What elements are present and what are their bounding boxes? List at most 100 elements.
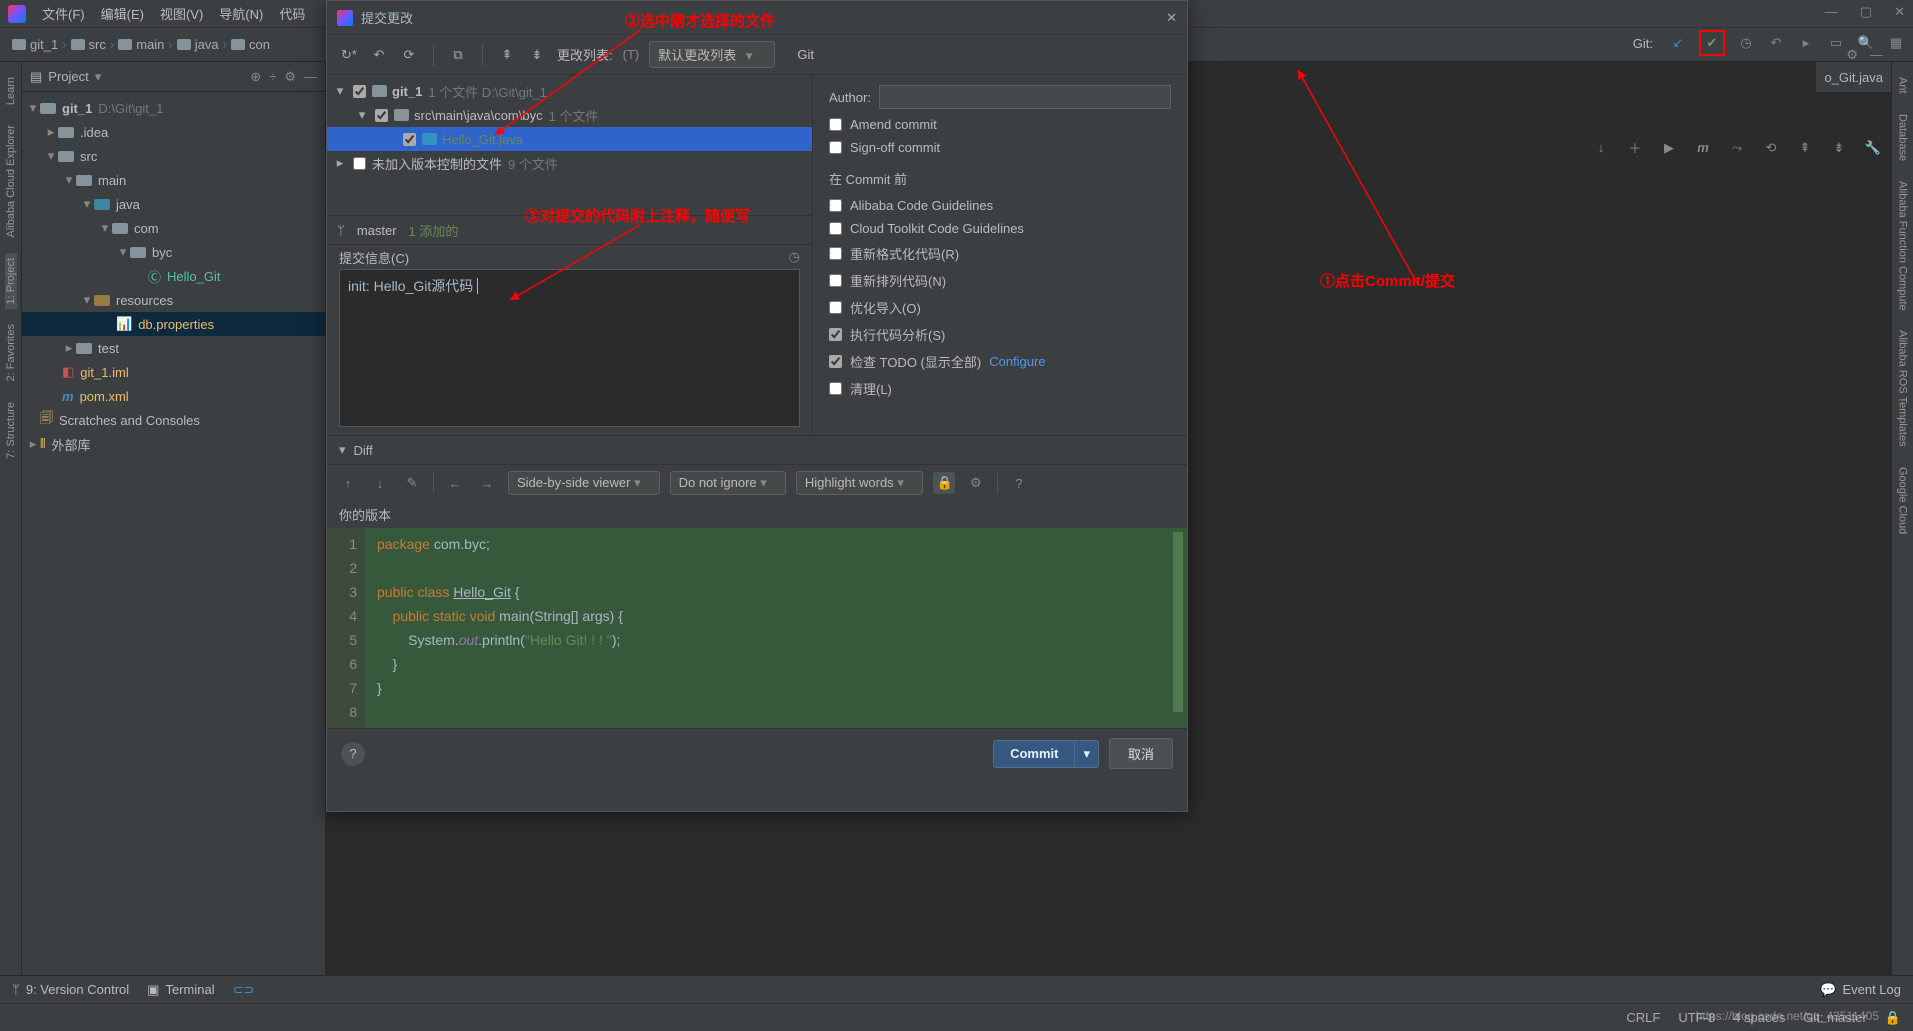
- chk-analysis[interactable]: [829, 328, 842, 341]
- diff-settings-icon[interactable]: ⚙: [965, 475, 987, 491]
- signoff-checkbox[interactable]: [829, 141, 842, 154]
- rail-project[interactable]: 1: Project: [5, 253, 17, 309]
- add-icon[interactable]: ＋: [1625, 138, 1645, 157]
- menu-view[interactable]: 视图(V): [152, 4, 211, 23]
- unversioned-row[interactable]: ▸未加入版本控制的文件9 个文件: [327, 151, 812, 175]
- diff-expand-icon[interactable]: ▾: [339, 442, 346, 458]
- pin-icon[interactable]: ↓: [1591, 140, 1611, 155]
- maven-icon[interactable]: m: [1693, 140, 1713, 155]
- rail-favorites[interactable]: 2: Favorites: [5, 319, 17, 386]
- rail-alibaba-ros[interactable]: Alibaba ROS Templates: [1897, 325, 1909, 452]
- changes-tree[interactable]: ▾git_11 个文件 D:\Git\git_1 ▾src\main\java\…: [327, 75, 812, 179]
- tree-idea[interactable]: ▸.idea: [22, 120, 325, 144]
- tree-src[interactable]: ▾src: [22, 144, 325, 168]
- dialog-close-icon[interactable]: ✕: [1166, 10, 1177, 26]
- diff-viewer[interactable]: 12345678 package com.byc; public class H…: [327, 528, 1187, 728]
- changes-root[interactable]: ▾git_11 个文件 D:\Git\git_1: [327, 79, 812, 103]
- expand-icon[interactable]: ⇞: [1795, 140, 1815, 156]
- history-icon[interactable]: ◷: [1737, 34, 1755, 52]
- settings-icon[interactable]: ⚙: [284, 69, 296, 85]
- hide-icon[interactable]: —: [1870, 47, 1883, 63]
- menu-edit[interactable]: 编辑(E): [93, 4, 152, 23]
- menu-navigate[interactable]: 导航(N): [211, 4, 271, 23]
- breadcrumb[interactable]: src: [67, 37, 110, 52]
- cancel-button[interactable]: 取消: [1109, 738, 1173, 769]
- breadcrumb[interactable]: git_1: [8, 37, 62, 52]
- chk-optimize[interactable]: [829, 301, 842, 314]
- tree-byc[interactable]: ▾byc: [22, 240, 325, 264]
- tree-dbprops[interactable]: 📊db.properties: [22, 312, 325, 336]
- hide-panel-icon[interactable]: —: [304, 69, 317, 85]
- ignore-dropdown[interactable]: Do not ignore ▾: [670, 471, 786, 495]
- commit-button[interactable]: ✔: [1699, 30, 1725, 56]
- tree-iml[interactable]: ◧git_1.iml: [22, 360, 325, 384]
- event-log-button[interactable]: 💬Event Log: [1820, 982, 1901, 998]
- deps-icon[interactable]: ⤳: [1727, 140, 1747, 156]
- tree-root[interactable]: ▾git_1D:\Git\git_1: [22, 96, 325, 120]
- chk-todo[interactable]: [829, 355, 842, 368]
- collapse-all-icon[interactable]: ⇟: [527, 47, 547, 63]
- expand-all-icon[interactable]: ⇞: [497, 47, 517, 63]
- highlight-dropdown[interactable]: Highlight words ▾: [796, 471, 923, 495]
- collapse-icon[interactable]: ⇟: [1829, 140, 1849, 156]
- prev-diff-icon[interactable]: ↑: [337, 476, 359, 491]
- revert-icon[interactable]: ↶: [1767, 34, 1785, 52]
- run-icon[interactable]: ▶: [1659, 140, 1679, 156]
- commit-button[interactable]: Commit: [993, 740, 1075, 768]
- rail-structure[interactable]: 7: Structure: [5, 397, 17, 464]
- chk-alibaba[interactable]: [829, 199, 842, 212]
- breadcrumb[interactable]: main: [114, 37, 168, 52]
- file-checkbox[interactable]: [403, 133, 416, 146]
- collapse-icon[interactable]: ÷: [269, 69, 276, 85]
- unversioned-checkbox[interactable]: [353, 157, 366, 170]
- wrench-icon[interactable]: 🔧: [1863, 140, 1883, 156]
- viewer-dropdown[interactable]: Side-by-side viewer ▾: [508, 471, 660, 495]
- tree-hello[interactable]: ⒸHello_Git: [22, 264, 325, 288]
- rail-ant[interactable]: Ant: [1897, 72, 1909, 99]
- tree-resources[interactable]: ▾resources: [22, 288, 325, 312]
- chk-cloud[interactable]: [829, 222, 842, 235]
- chk-cleanup[interactable]: [829, 382, 842, 395]
- rail-database[interactable]: Database: [1897, 109, 1909, 166]
- pkg-checkbox[interactable]: [375, 109, 388, 122]
- nav-back-icon[interactable]: ←: [444, 476, 466, 491]
- redo-icon[interactable]: ⟳: [399, 47, 419, 63]
- editor-tab[interactable]: o_Git.java: [1824, 70, 1883, 85]
- chk-rearrange[interactable]: [829, 274, 842, 287]
- history-icon[interactable]: ◷: [789, 249, 800, 265]
- diff-help-icon[interactable]: ?: [1008, 476, 1030, 491]
- project-tree[interactable]: ▾git_1D:\Git\git_1 ▸.idea ▾src ▾main ▾ja…: [22, 92, 325, 1003]
- terminal-button[interactable]: ▣Terminal: [147, 982, 214, 998]
- rail-google-cloud[interactable]: Google Cloud: [1897, 462, 1909, 539]
- changes-file-hello[interactable]: Hello_Git.java: [327, 127, 812, 151]
- tree-main[interactable]: ▾main: [22, 168, 325, 192]
- version-control-button[interactable]: ᛘ9: Version Control: [12, 982, 129, 997]
- close-icon[interactable]: ✕: [1894, 4, 1905, 20]
- tree-java[interactable]: ▾java: [22, 192, 325, 216]
- configure-link[interactable]: Configure: [989, 354, 1045, 369]
- next-diff-icon[interactable]: ↓: [369, 476, 391, 491]
- breadcrumb[interactable]: java: [173, 37, 223, 52]
- rail-alibaba-explorer[interactable]: Alibaba Cloud Explorer: [5, 120, 17, 243]
- undo-icon[interactable]: ↶: [369, 47, 389, 63]
- lock-status-icon[interactable]: 🔒: [1885, 1010, 1901, 1026]
- tree-test[interactable]: ▸test: [22, 336, 325, 360]
- root-checkbox[interactable]: [353, 85, 366, 98]
- amend-checkbox[interactable]: [829, 118, 842, 131]
- commit-message-input[interactable]: init: Hello_Git源代码: [339, 269, 800, 427]
- lock-icon[interactable]: 🔒: [933, 472, 955, 494]
- edit-icon[interactable]: ✎: [401, 475, 423, 491]
- tree-scratches[interactable]: 🗐Scratches and Consoles: [22, 408, 325, 432]
- rail-alibaba-fc[interactable]: Alibaba Function Compute: [1897, 176, 1909, 316]
- box-icon[interactable]: ▭: [1827, 34, 1845, 52]
- profile-icon[interactable]: ▦: [1887, 34, 1905, 52]
- tree-com[interactable]: ▾com: [22, 216, 325, 240]
- update-project-icon[interactable]: ↙: [1669, 34, 1687, 52]
- locate-icon[interactable]: ⊕: [250, 69, 261, 85]
- chk-reformat[interactable]: [829, 247, 842, 260]
- line-ending[interactable]: CRLF: [1626, 1010, 1660, 1025]
- changelist-dropdown[interactable]: 默认更改列表 ▾: [649, 41, 775, 68]
- tree-external[interactable]: ▸⫴外部库: [22, 432, 325, 456]
- cloud-icon[interactable]: ⊂⊃: [233, 982, 255, 998]
- menu-code[interactable]: 代码: [271, 4, 313, 23]
